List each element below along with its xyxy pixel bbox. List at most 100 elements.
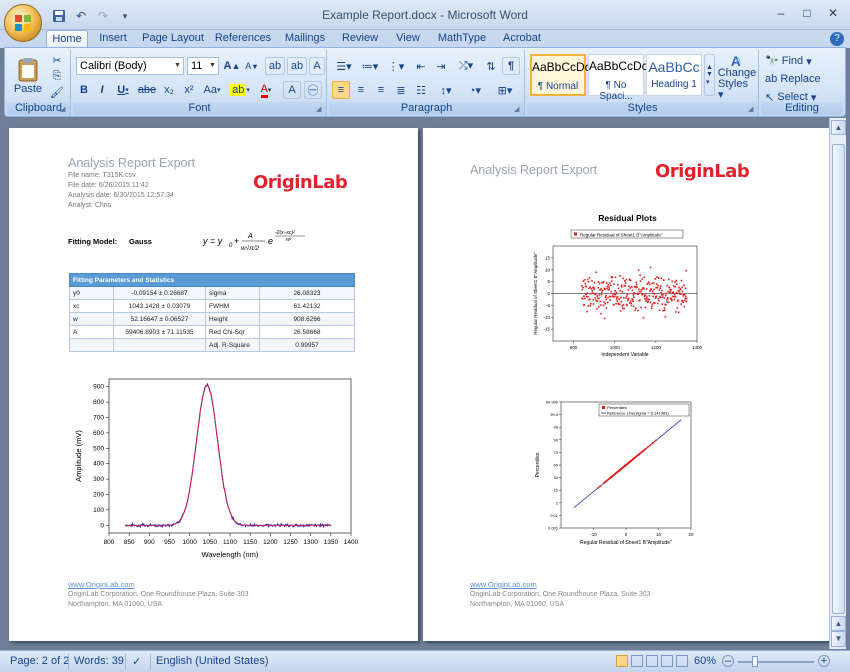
change-styles-button[interactable]: AA Change Styles ▾ <box>717 52 757 102</box>
tab-view[interactable]: View <box>390 30 426 48</box>
help-icon[interactable]: ? <box>830 32 844 46</box>
residual-point <box>681 299 684 302</box>
align-right-button[interactable]: ≡ <box>372 81 390 99</box>
residual-point <box>605 307 608 309</box>
align-center-button[interactable]: ≡ <box>352 81 370 99</box>
residual-point <box>672 292 675 294</box>
print-layout-icon[interactable] <box>616 655 628 667</box>
residual-point <box>675 311 677 313</box>
word-count[interactable]: Words: 39 <box>74 655 124 667</box>
increase-indent-button[interactable]: ⇥ <box>432 57 450 75</box>
residual-point <box>676 283 678 286</box>
clear-formatting-button[interactable]: ab <box>265 57 285 75</box>
underline-button[interactable]: U ▾ <box>112 81 134 99</box>
vertical-scrollbar[interactable]: ▲ ▲ ▼ <box>829 118 846 649</box>
full-screen-reading-icon[interactable] <box>631 655 643 667</box>
grow-font-button[interactable]: A ▲ <box>223 57 241 75</box>
tab-review[interactable]: Review <box>338 30 382 48</box>
tab-mailings[interactable]: Mailings <box>280 30 330 48</box>
tab-acrobat[interactable]: Acrobat <box>498 30 546 48</box>
page-count[interactable]: Page: 2 of 2 <box>10 655 69 667</box>
bullets-button[interactable]: ☰▾ <box>332 57 356 75</box>
minimize-button[interactable]: – <box>768 4 794 22</box>
borders-button[interactable]: ⊞▾ <box>492 81 518 99</box>
asian-layout-button[interactable]: ⤮▾ <box>454 57 478 75</box>
clipboard-launcher-icon[interactable]: ◢ <box>60 106 68 114</box>
font-launcher-icon[interactable]: ◢ <box>316 106 324 114</box>
originlab-link[interactable]: www.OriginLab.com <box>470 580 651 590</box>
outline-icon[interactable] <box>661 655 673 667</box>
residual-point <box>638 288 640 291</box>
tab-page-layout[interactable]: Page Layout <box>140 30 206 48</box>
highlight-button[interactable]: ab ▾ <box>228 81 252 99</box>
bold-button[interactable]: B <box>76 81 92 99</box>
font-name-combo[interactable]: Calibri (Body) ▼ <box>76 57 184 75</box>
scroll-prev-page-icon[interactable]: ▼ <box>831 631 846 647</box>
format-painter-icon[interactable]: 🖌 <box>49 85 65 99</box>
tab-mathtype[interactable]: MathType <box>436 30 488 48</box>
residual-point <box>662 294 664 296</box>
originlab-link[interactable]: www.OriginLab.com <box>68 580 249 590</box>
close-button[interactable]: ✕ <box>820 4 846 22</box>
styles-scroll[interactable]: ▲ ▼ ▾ <box>704 54 715 96</box>
y-tick-label: 30 <box>554 475 559 480</box>
superscript-button[interactable]: x² <box>180 81 198 99</box>
character-border-button[interactable]: A <box>309 57 325 75</box>
style-normal[interactable]: AaBbCcDc ¶ Normal <box>530 54 591 96</box>
zoom-level[interactable]: 60% <box>694 655 716 667</box>
replace-button[interactable]: ab Replace <box>764 70 838 88</box>
enclose-characters-button[interactable]: ㊀ <box>304 81 322 99</box>
scroll-thumb[interactable] <box>832 144 845 614</box>
tab-references[interactable]: References <box>214 30 272 48</box>
residual-point <box>626 295 628 297</box>
x-tick-label: 1050 <box>203 539 218 546</box>
sort-button[interactable]: ⇅ <box>482 57 500 75</box>
residual-point <box>641 293 644 295</box>
copy-icon[interactable]: ⎘ <box>49 69 65 83</box>
subscript-button[interactable]: x₂ <box>160 81 178 99</box>
legend-label: Percentiles <box>607 405 627 410</box>
decrease-indent-button[interactable]: ⇤ <box>412 57 430 75</box>
styles-launcher-icon[interactable]: ◢ <box>748 106 756 114</box>
zoom-slider-thumb[interactable] <box>752 656 758 667</box>
numbering-button[interactable]: ≔▾ <box>358 57 382 75</box>
font-size-combo[interactable]: 11 ▼ <box>187 57 219 75</box>
residual-point <box>641 278 644 280</box>
x-tick-label: 900 <box>144 539 155 546</box>
shading-button[interactable]: ◔▾ <box>462 81 488 99</box>
web-layout-icon[interactable] <box>646 655 658 667</box>
zoom-slider-track[interactable] <box>738 661 814 663</box>
show-hide-button[interactable]: ¶ <box>502 57 520 75</box>
style-heading-1[interactable]: AaBbCc Heading 1 <box>646 54 702 96</box>
shrink-font-button[interactable]: A ▼ <box>243 57 261 75</box>
y-axis-label: Amplitude (mV) <box>74 430 83 482</box>
find-button[interactable]: 🔭 Find ▾ <box>764 52 824 70</box>
style-no-spacing[interactable]: AaBbCcDc ¶ No Spaci... <box>588 54 648 102</box>
font-color-button[interactable]: A ▾ <box>254 81 278 99</box>
draft-icon[interactable] <box>676 655 688 667</box>
phonetic-guide-button[interactable]: ab <box>287 57 307 75</box>
maximize-button[interactable]: □ <box>794 4 820 22</box>
character-shading-button[interactable]: A <box>283 81 301 99</box>
italic-button[interactable]: I <box>94 81 110 99</box>
justify-button[interactable]: ≣ <box>392 81 410 99</box>
scroll-up-icon[interactable]: ▲ <box>831 120 846 135</box>
office-button[interactable] <box>4 4 42 42</box>
tab-home[interactable]: Home <box>46 30 88 48</box>
align-left-button[interactable]: ≡ <box>332 81 350 99</box>
zoom-in-icon[interactable]: + <box>818 655 830 667</box>
cut-icon[interactable]: ✂ <box>49 53 65 67</box>
table-row: Adj. R-Square 0.99957 <box>69 338 355 352</box>
strikethrough-button[interactable]: abe <box>136 81 158 99</box>
zoom-out-icon[interactable]: – <box>722 655 734 667</box>
paragraph-launcher-icon[interactable]: ◢ <box>514 106 522 114</box>
distribute-button[interactable]: ☷ <box>412 81 430 99</box>
language-indicator[interactable]: English (United States) <box>156 655 269 667</box>
line-spacing-button[interactable]: ↕▾ <box>434 81 458 99</box>
paste-button[interactable]: Paste <box>11 52 45 100</box>
tab-insert[interactable]: Insert <box>94 30 132 48</box>
change-case-button[interactable]: Aa ▾ <box>200 81 224 99</box>
multilevel-list-button[interactable]: ⋮▾ <box>384 57 408 75</box>
proofing-icon[interactable]: ✓ <box>132 655 141 668</box>
scroll-down-icon[interactable]: ▲ <box>831 616 846 631</box>
